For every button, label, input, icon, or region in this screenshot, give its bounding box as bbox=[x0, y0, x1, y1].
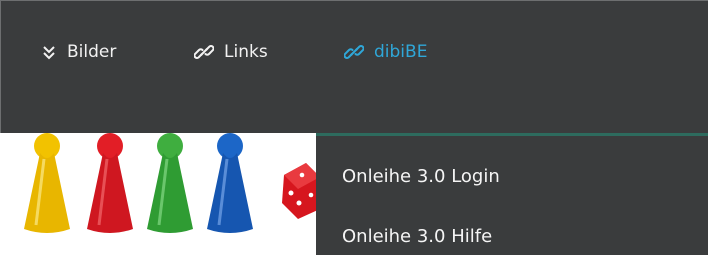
nav-item-label: Bilder bbox=[67, 42, 117, 62]
page: Bilder Links dibiBE Onleihe 3.0 Login On… bbox=[0, 0, 708, 255]
nav-item-links[interactable]: Links bbox=[194, 37, 268, 67]
nav-item-dibibe[interactable]: dibiBE bbox=[344, 37, 427, 67]
double-chevron-down-icon bbox=[41, 44, 57, 60]
nav-item-label: dibiBE bbox=[374, 42, 428, 62]
top-navbar: Bilder Links dibiBE bbox=[0, 0, 708, 133]
menu-item-onleihe-login[interactable]: Onleihe 3.0 Login bbox=[342, 156, 500, 196]
link-icon bbox=[344, 43, 364, 61]
link-icon bbox=[194, 43, 214, 61]
menu-item-onleihe-hilfe[interactable]: Onleihe 3.0 Hilfe bbox=[342, 216, 492, 255]
nav-item-label: Links bbox=[224, 42, 268, 62]
game-pieces-image bbox=[0, 133, 320, 255]
nav-item-bilder[interactable]: Bilder bbox=[41, 37, 116, 67]
dibibe-dropdown-menu: Onleihe 3.0 Login Onleihe 3.0 Hilfe bbox=[316, 133, 708, 255]
